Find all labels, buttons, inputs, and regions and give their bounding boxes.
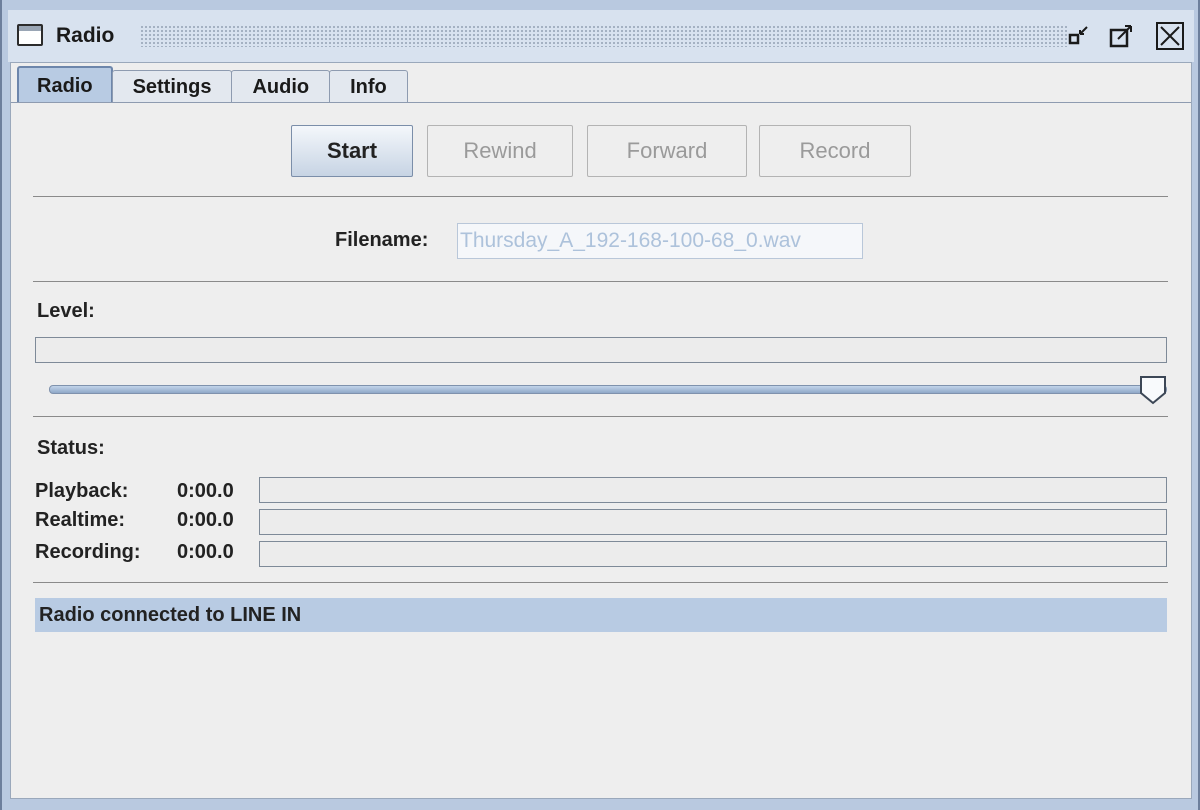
level-slider-thumb[interactable]	[1139, 375, 1167, 405]
level-label: Level:	[37, 300, 95, 322]
radio-panel: Radio Settings Audio Info Start Rewind F…	[10, 62, 1192, 799]
tab-divider	[11, 102, 1191, 103]
minimize-icon[interactable]	[1066, 22, 1094, 50]
filename-label: Filename:	[335, 229, 429, 251]
realtime-time: 0:00.0	[177, 509, 234, 531]
title-bar[interactable]: Radio	[8, 10, 1194, 62]
level-slider-track[interactable]	[49, 385, 1167, 394]
filename-field[interactable]: Thursday_A_192-168-100-68_0.wav	[457, 223, 863, 259]
record-button[interactable]: Record	[759, 125, 911, 177]
maximize-icon[interactable]	[1108, 22, 1136, 50]
status-label: Status:	[37, 437, 105, 459]
playback-label: Playback:	[35, 480, 129, 502]
realtime-label: Realtime:	[35, 509, 126, 531]
playback-progress	[259, 477, 1167, 503]
recording-label: Recording:	[35, 541, 141, 563]
tab-audio[interactable]: Audio	[231, 70, 331, 102]
title-bar-grip	[140, 25, 1068, 47]
level-meter	[35, 337, 1167, 363]
close-icon[interactable]	[1156, 22, 1184, 50]
window-title: Radio	[56, 24, 115, 47]
window-icon	[17, 24, 43, 46]
forward-button[interactable]: Forward	[587, 125, 747, 177]
window-frame: Radio Radio Settings Audio Info Start Re…	[0, 0, 1200, 810]
separator	[33, 582, 1168, 583]
recording-progress	[259, 541, 1167, 567]
tab-bar: Radio Settings Audio Info	[17, 66, 408, 103]
realtime-progress	[259, 509, 1167, 535]
recording-time: 0:00.0	[177, 541, 234, 563]
rewind-button[interactable]: Rewind	[427, 125, 573, 177]
tab-radio[interactable]: Radio	[17, 66, 113, 103]
separator	[33, 281, 1168, 282]
tab-info[interactable]: Info	[329, 70, 408, 102]
status-message: Radio connected to LINE IN	[35, 598, 1167, 632]
tab-settings[interactable]: Settings	[111, 70, 233, 102]
separator	[33, 416, 1168, 417]
playback-time: 0:00.0	[177, 480, 234, 502]
start-button[interactable]: Start	[291, 125, 413, 177]
separator	[33, 196, 1168, 197]
